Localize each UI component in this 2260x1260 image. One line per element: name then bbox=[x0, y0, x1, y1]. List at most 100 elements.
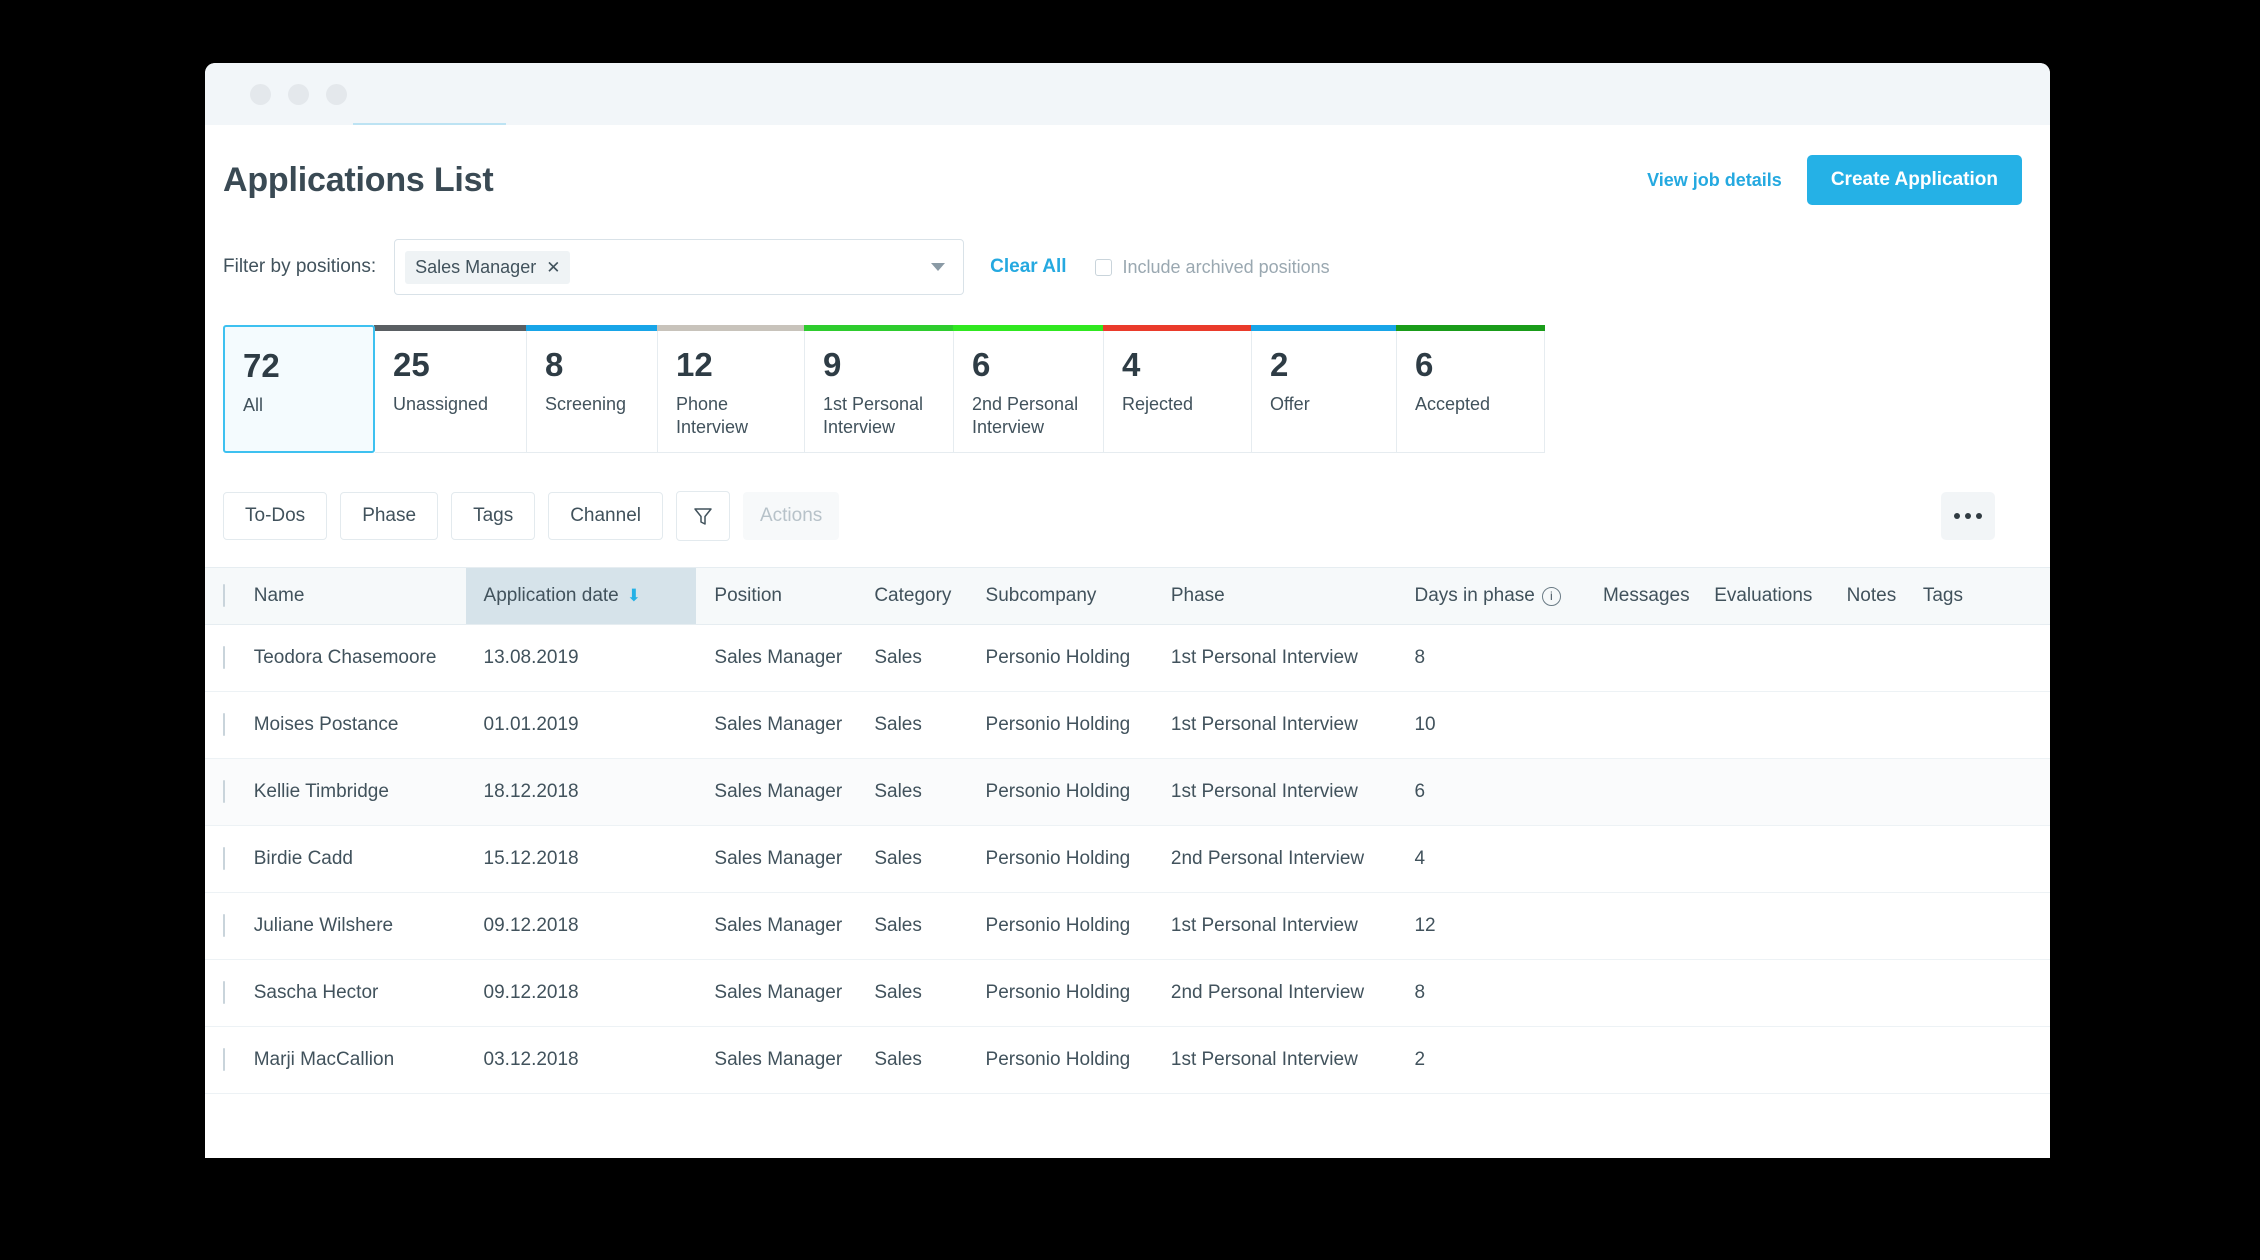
row-select-checkbox[interactable] bbox=[223, 713, 225, 736]
table-row[interactable]: Marji MacCallion 03.12.2018 Sales Manager S… bbox=[205, 1026, 2050, 1094]
window-titlebar bbox=[205, 63, 2050, 125]
actions-button: Actions bbox=[742, 492, 840, 540]
stat-card-label: 2nd Personal Interview bbox=[972, 394, 1079, 438]
cell-position: Sales Manager bbox=[696, 892, 875, 960]
stat-card-count: 8 bbox=[545, 346, 564, 383]
position-chip-remove-icon[interactable]: ✕ bbox=[546, 259, 560, 276]
stat-card-accepted[interactable]: 6 Accepted bbox=[1396, 325, 1545, 453]
column-header-phase[interactable]: Phase bbox=[1170, 567, 1415, 625]
cell-days: 10 bbox=[1414, 691, 1603, 759]
info-icon[interactable]: i bbox=[1541, 586, 1561, 606]
tags-filter-button[interactable]: Tags bbox=[451, 492, 536, 540]
more-options-button[interactable] bbox=[1941, 492, 1995, 540]
close-icon[interactable] bbox=[250, 84, 271, 105]
cell-notes bbox=[1846, 691, 1923, 759]
stat-card-count: 9 bbox=[823, 346, 842, 383]
stat-card-accent-bar bbox=[1103, 325, 1252, 331]
cell-date: 18.12.2018 bbox=[465, 758, 697, 826]
cell-position: Sales Manager bbox=[696, 1026, 875, 1094]
applications-table: Name Application date ⬇ Position Categor… bbox=[205, 567, 2050, 1094]
stat-card-label: Screening bbox=[545, 394, 627, 414]
column-header-category[interactable]: Category bbox=[874, 567, 986, 625]
cell-evaluations bbox=[1714, 624, 1847, 692]
todos-filter-button[interactable]: To-Dos bbox=[223, 492, 328, 540]
row-select-checkbox[interactable] bbox=[223, 780, 225, 803]
table-row[interactable]: Moises Postance 01.01.2019 Sales Manager Sa… bbox=[205, 691, 2050, 759]
include-archived-checkbox[interactable] bbox=[1094, 258, 1112, 276]
select-all-checkbox[interactable] bbox=[223, 584, 225, 607]
cell-messages bbox=[1602, 1026, 1715, 1094]
stat-card-label: Unassigned bbox=[393, 394, 489, 414]
maximize-icon[interactable] bbox=[326, 84, 347, 105]
cell-days: 6 bbox=[1414, 758, 1603, 826]
view-job-details-link[interactable]: View job details bbox=[1647, 170, 1782, 191]
column-header-days-in-phase[interactable]: Days in phase i bbox=[1414, 567, 1603, 625]
stat-card-rejected[interactable]: 4 Rejected bbox=[1103, 325, 1252, 453]
stat-card-screening[interactable]: 8 Screening bbox=[526, 325, 658, 453]
cell-evaluations bbox=[1714, 691, 1847, 759]
stat-card-1st-personal-interview[interactable]: 9 1st Personal Interview bbox=[804, 325, 954, 453]
column-header-position[interactable]: Position bbox=[696, 567, 875, 625]
cell-subcompany: Personio Holding bbox=[985, 825, 1171, 893]
channel-filter-button[interactable]: Channel bbox=[548, 492, 663, 540]
cell-category: Sales bbox=[874, 624, 986, 692]
row-select-checkbox[interactable] bbox=[223, 847, 225, 870]
row-select-checkbox[interactable] bbox=[223, 914, 225, 937]
stat-card-count: 25 bbox=[393, 346, 430, 383]
page-title: Applications List bbox=[223, 160, 494, 199]
column-header-evaluations[interactable]: Evaluations bbox=[1714, 567, 1847, 625]
row-select-checkbox[interactable] bbox=[223, 1048, 225, 1071]
table-row[interactable]: Birdie Cadd 15.12.2018 Sales Manager Sales P… bbox=[205, 825, 2050, 893]
stat-card-all[interactable]: 72 All bbox=[223, 325, 375, 453]
row-select-checkbox[interactable] bbox=[223, 981, 225, 1004]
column-header-name[interactable]: Name bbox=[253, 567, 466, 625]
stat-card-phone-interview[interactable]: 12 Phone Interview bbox=[657, 325, 805, 453]
cell-tags bbox=[1922, 758, 2050, 826]
table-row[interactable]: Sascha Hector 09.12.2018 Sales Manager Sale… bbox=[205, 959, 2050, 1027]
position-chip: Sales Manager ✕ bbox=[405, 250, 571, 284]
row-select-checkbox[interactable] bbox=[223, 646, 225, 669]
cell-name: Kellie Timbridge bbox=[253, 758, 466, 826]
cell-messages bbox=[1602, 624, 1715, 692]
clear-all-button[interactable]: Clear All bbox=[990, 256, 1066, 278]
cell-phase: 1st Personal Interview bbox=[1170, 1026, 1415, 1094]
cell-position: Sales Manager bbox=[696, 825, 875, 893]
cell-subcompany: Personio Holding bbox=[985, 1026, 1171, 1094]
funnel-icon[interactable] bbox=[675, 491, 730, 541]
table-row[interactable]: Kellie Timbridge 18.12.2018 Sales Manager S… bbox=[205, 758, 2050, 826]
cell-notes bbox=[1846, 1026, 1923, 1094]
stat-card-count: 72 bbox=[243, 347, 280, 384]
include-archived-positions[interactable]: Include archived positions bbox=[1094, 257, 1330, 278]
cell-subcompany: Personio Holding bbox=[985, 691, 1171, 759]
chevron-down-icon[interactable] bbox=[931, 263, 946, 271]
row-select-cell bbox=[205, 892, 254, 960]
cell-days: 12 bbox=[1414, 892, 1603, 960]
cell-position: Sales Manager bbox=[696, 624, 875, 692]
minimize-icon[interactable] bbox=[288, 84, 309, 105]
stat-card-accent-bar bbox=[526, 325, 658, 331]
cell-category: Sales bbox=[874, 1026, 986, 1094]
table-row[interactable]: Teodora Chasemoore 13.08.2019 Sales Manage… bbox=[205, 624, 2050, 692]
column-header-subcompany[interactable]: Subcompany bbox=[985, 567, 1171, 625]
filter-row: Filter by positions: Sales Manager ✕ Cle… bbox=[205, 239, 2050, 295]
column-header-messages[interactable]: Messages bbox=[1602, 567, 1715, 625]
browser-window: Applications List View job details Creat… bbox=[205, 63, 2050, 1158]
cell-category: Sales bbox=[874, 959, 986, 1027]
phase-filter-button[interactable]: Phase bbox=[340, 492, 439, 540]
positions-multiselect[interactable]: Sales Manager ✕ bbox=[394, 239, 965, 295]
stat-card-count: 2 bbox=[1270, 346, 1289, 383]
cell-notes bbox=[1846, 624, 1923, 692]
filter-by-positions-label: Filter by positions: bbox=[223, 256, 377, 277]
stat-card-offer[interactable]: 2 Offer bbox=[1251, 325, 1397, 453]
table-row[interactable]: Juliane Wilshere 09.12.2018 Sales Manager S… bbox=[205, 892, 2050, 960]
cell-evaluations bbox=[1714, 825, 1847, 893]
cell-category: Sales bbox=[874, 758, 986, 826]
column-header-tags[interactable]: Tags bbox=[1922, 567, 2050, 625]
cell-subcompany: Personio Holding bbox=[985, 624, 1171, 692]
create-application-button[interactable]: Create Application bbox=[1806, 155, 2022, 205]
column-header-application-date[interactable]: Application date ⬇ bbox=[465, 567, 697, 625]
cell-tags bbox=[1922, 892, 2050, 960]
stat-card-unassigned[interactable]: 25 Unassigned bbox=[374, 325, 527, 453]
column-header-notes[interactable]: Notes bbox=[1846, 567, 1923, 625]
stat-card-2nd-personal-interview[interactable]: 6 2nd Personal Interview bbox=[953, 325, 1104, 453]
